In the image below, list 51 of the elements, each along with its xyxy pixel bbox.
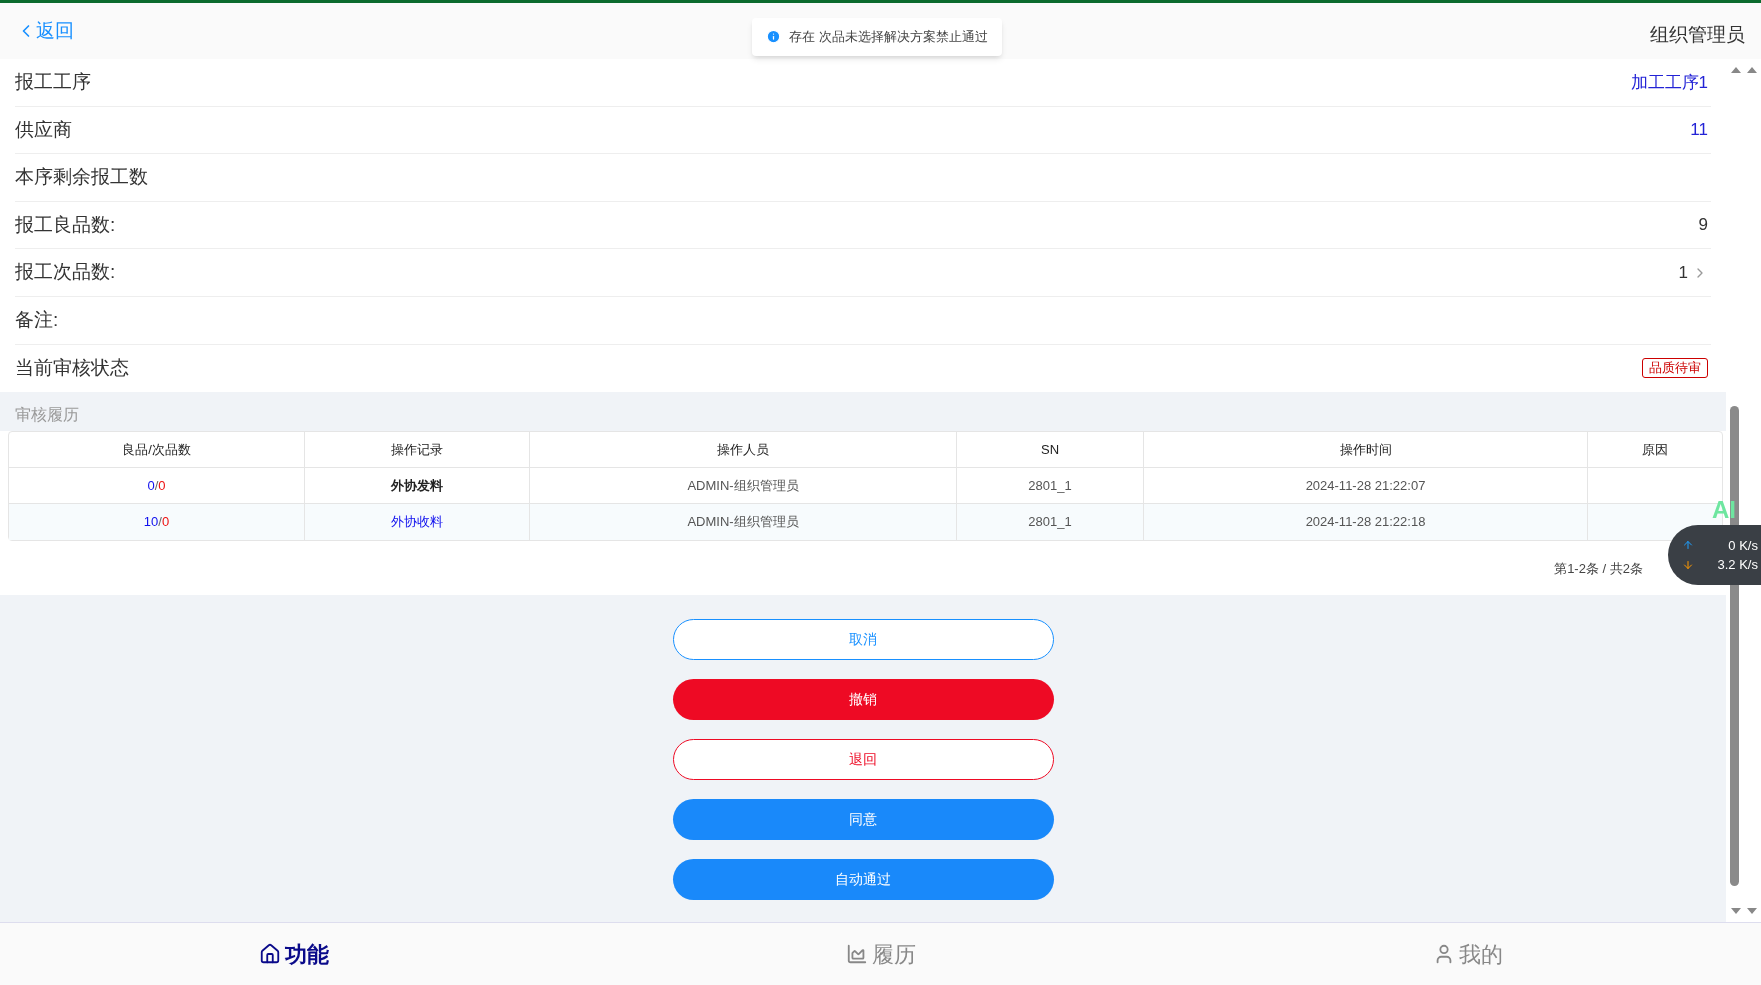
- field-value: 9: [1698, 214, 1708, 237]
- upload-speed: 0 K/s: [1727, 536, 1758, 555]
- network-speed-tooltip[interactable]: 0 K/s 3.2 K/s: [1668, 525, 1761, 585]
- action-button[interactable]: 撤销: [672, 678, 1054, 720]
- status-tag: 品质待审: [1642, 358, 1708, 379]
- table-cell-text: 2801_1: [1028, 513, 1072, 532]
- home-icon: [258, 943, 281, 965]
- scroll-up-arrows-icon[interactable]: [1728, 65, 1759, 73]
- table-cell-text: 2024-11-28 21:22:07: [1305, 476, 1426, 495]
- column-header: 操作记录: [391, 440, 443, 459]
- column-header: 良品/次品数: [122, 440, 191, 459]
- column-header: 原因: [1642, 440, 1668, 459]
- action-button[interactable]: 退回: [672, 738, 1054, 780]
- field-label: 当前审核状态: [15, 356, 129, 381]
- field-label: 本序剩余报工数: [15, 165, 148, 190]
- download-icon: [1682, 558, 1694, 571]
- download-speed: 3.2 K/s: [1716, 556, 1758, 574]
- field-label: 供应商: [15, 117, 72, 142]
- column-header: SN: [1040, 440, 1060, 459]
- table-cell-text: 2801_1: [1028, 476, 1072, 495]
- field-value: 1: [1678, 261, 1688, 284]
- scroll-down-arrows-icon[interactable]: [1728, 908, 1759, 916]
- table-cell-text: 0/0: [147, 476, 166, 495]
- table-cell-text: ADMIN-组织管理员: [687, 513, 799, 532]
- field-label: 报工次品数:: [15, 260, 116, 285]
- table-cell-text: 2024-11-28 21:22:18: [1305, 513, 1426, 532]
- table-cell-text: 外协发料: [391, 476, 443, 495]
- pagination-summary: 第1-2条 / 共2条: [1554, 560, 1643, 579]
- table-cell-text: 10/0: [143, 513, 170, 532]
- field-value[interactable]: 11: [1690, 117, 1708, 143]
- toast-message: 存在 次品未选择解决方案禁止通过: [789, 28, 988, 46]
- upload-icon: [1682, 539, 1694, 552]
- nav-tab[interactable]: 我的: [1432, 937, 1503, 971]
- nav-tab[interactable]: 功能: [258, 937, 329, 971]
- field-label: 备注:: [15, 308, 59, 332]
- field-label: 报工良品数:: [15, 212, 116, 237]
- action-button[interactable]: 取消: [672, 618, 1054, 660]
- table-cell[interactable]: 外协收料: [391, 512, 443, 532]
- field-value[interactable]: 加工工序1: [1630, 69, 1708, 96]
- nav-tab[interactable]: 履历: [845, 937, 916, 971]
- action-button[interactable]: 自动通过: [672, 858, 1054, 900]
- user-name: 组织管理员: [1650, 22, 1745, 47]
- action-button[interactable]: 同意: [672, 798, 1054, 840]
- info-icon: [766, 29, 781, 45]
- back-button[interactable]: 返回: [16, 16, 74, 46]
- column-header: 操作时间: [1339, 440, 1392, 459]
- area-chart-icon: [845, 943, 868, 965]
- table-cell-text: ADMIN-组织管理员: [687, 476, 799, 495]
- section-title: 审核履历: [15, 405, 79, 426]
- column-header: 操作人员: [717, 440, 769, 459]
- field-label: 报工工序: [15, 70, 91, 95]
